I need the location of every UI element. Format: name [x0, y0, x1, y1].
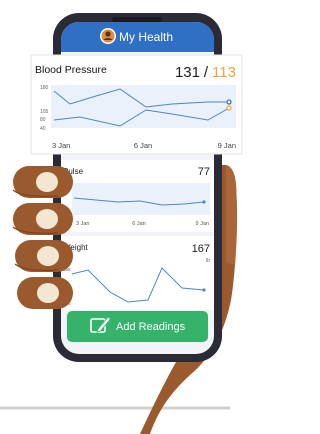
- blood-pressure-card[interactable]: Blood Pressure 131 / 113 180 105 80 40 3…: [30, 54, 243, 155]
- bp-xtick-1: 6 Jan: [134, 141, 152, 150]
- weight-unit: lb: [206, 258, 210, 264]
- health-app-illustration: My Health Pulse 77 120 45 3 Jan 6 Jan 9 …: [0, 13, 243, 434]
- pulse-xtick-0: 3 Jan: [76, 221, 89, 227]
- bp-ytick-2: 80: [40, 117, 46, 123]
- nail-4: [37, 283, 59, 303]
- thumb: [226, 165, 238, 265]
- nail-1: [36, 172, 58, 192]
- bp-ytick-0: 180: [40, 85, 49, 91]
- bp-systolic-last-point: [226, 99, 232, 105]
- bp-ytick-1: 105: [40, 109, 49, 115]
- phone-notch: [112, 17, 162, 22]
- nail-2: [36, 209, 58, 229]
- nail-3: [37, 246, 59, 266]
- weight-card[interactable]: Weight 167 lb 168 166: [61, 236, 214, 310]
- pulse-xtick-2: 9 Jan: [196, 221, 209, 227]
- add-readings-button[interactable]: Add Readings: [67, 311, 208, 342]
- avatar[interactable]: [100, 28, 116, 44]
- bp-xtick-2: 9 Jan: [218, 141, 236, 150]
- weight-value: 167: [192, 243, 210, 255]
- pulse-value: 77: [198, 166, 210, 178]
- pulse-card[interactable]: Pulse 77 120 45 3 Jan 6 Jan 9 Jan: [61, 160, 214, 232]
- bp-xtick-0: 3 Jan: [52, 141, 70, 150]
- bp-chart-area: [51, 85, 236, 128]
- pulse-chart-area: [72, 183, 210, 215]
- bp-ytick-3: 40: [40, 126, 46, 132]
- add-readings-label: Add Readings: [116, 321, 186, 333]
- bp-title: Blood Pressure: [35, 64, 107, 76]
- bp-diastolic: 113: [212, 64, 236, 81]
- pulse-last-point: [202, 200, 206, 204]
- app-title: My Health: [119, 30, 173, 44]
- pulse-xtick-1: 6 Jan: [132, 221, 145, 227]
- bp-systolic: 131: [175, 64, 200, 81]
- weight-last-point: [202, 288, 206, 292]
- bp-diastolic-last-point: [226, 105, 232, 111]
